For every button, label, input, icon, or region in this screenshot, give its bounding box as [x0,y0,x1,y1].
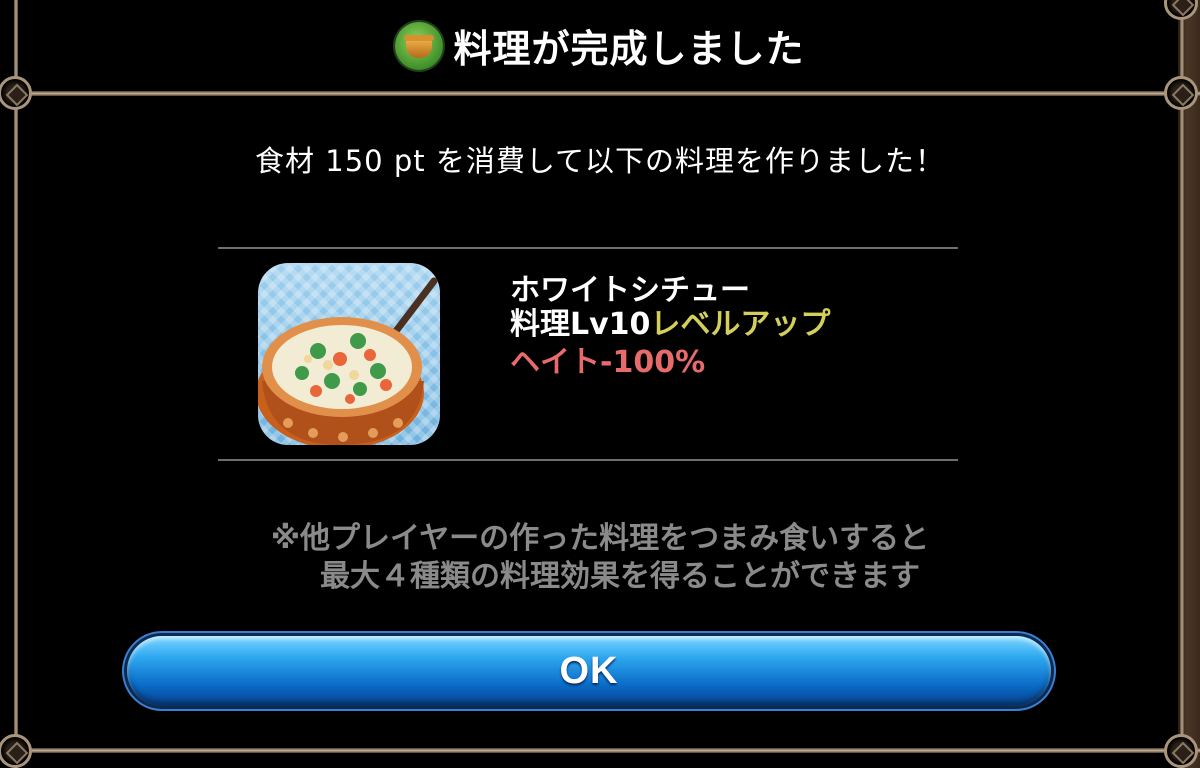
result-message: 食材 150 pt を消費して以下の料理を作りました！ [255,144,945,178]
info-note-line2: 最大４種類の料理効果を得ることができます [320,559,920,594]
info-note-line1: ※他プレイヤーの作った料理をつまみ食いすると [270,521,930,556]
divider [218,247,958,249]
white-stew-icon [258,277,438,445]
dialog-title: 料理が完成しました [453,27,805,71]
divider [218,459,958,461]
dish-level-row: 料理Lv10レベルアップ [510,308,830,346]
info-note: ※他プレイヤーの作った料理をつまみ食いすると 最大４種類の料理効果を得ることがで… [0,520,1200,596]
dish-info: ホワイトシチュー 料理Lv10レベルアップ ヘイト-100% [510,274,830,380]
ok-button[interactable]: OK [127,636,1051,706]
frame-border-bottom [0,748,1200,753]
dish-level: 料理Lv10 [510,307,651,342]
frame-border-right [1180,0,1184,768]
corner-ornament-icon [1164,734,1198,768]
dish-effect: ヘイト-100% [510,345,706,380]
cooking-pot-icon [395,21,444,70]
dish-name: ホワイトシチュー [510,273,750,308]
dish-levelup-label: レベルアップ [650,307,831,342]
dialog-frame: 料理が完成しました 食材 150 pt を消費して以下の料理を作りました！ ホワ… [0,0,1200,768]
title-divider-border [0,91,1200,96]
dialog-title-bar: 料理が完成しました [20,0,1180,91]
corner-ornament-icon [0,734,32,768]
frame-border-left [14,0,18,768]
dish-image [258,263,440,445]
ok-button-label: OK [559,649,619,692]
